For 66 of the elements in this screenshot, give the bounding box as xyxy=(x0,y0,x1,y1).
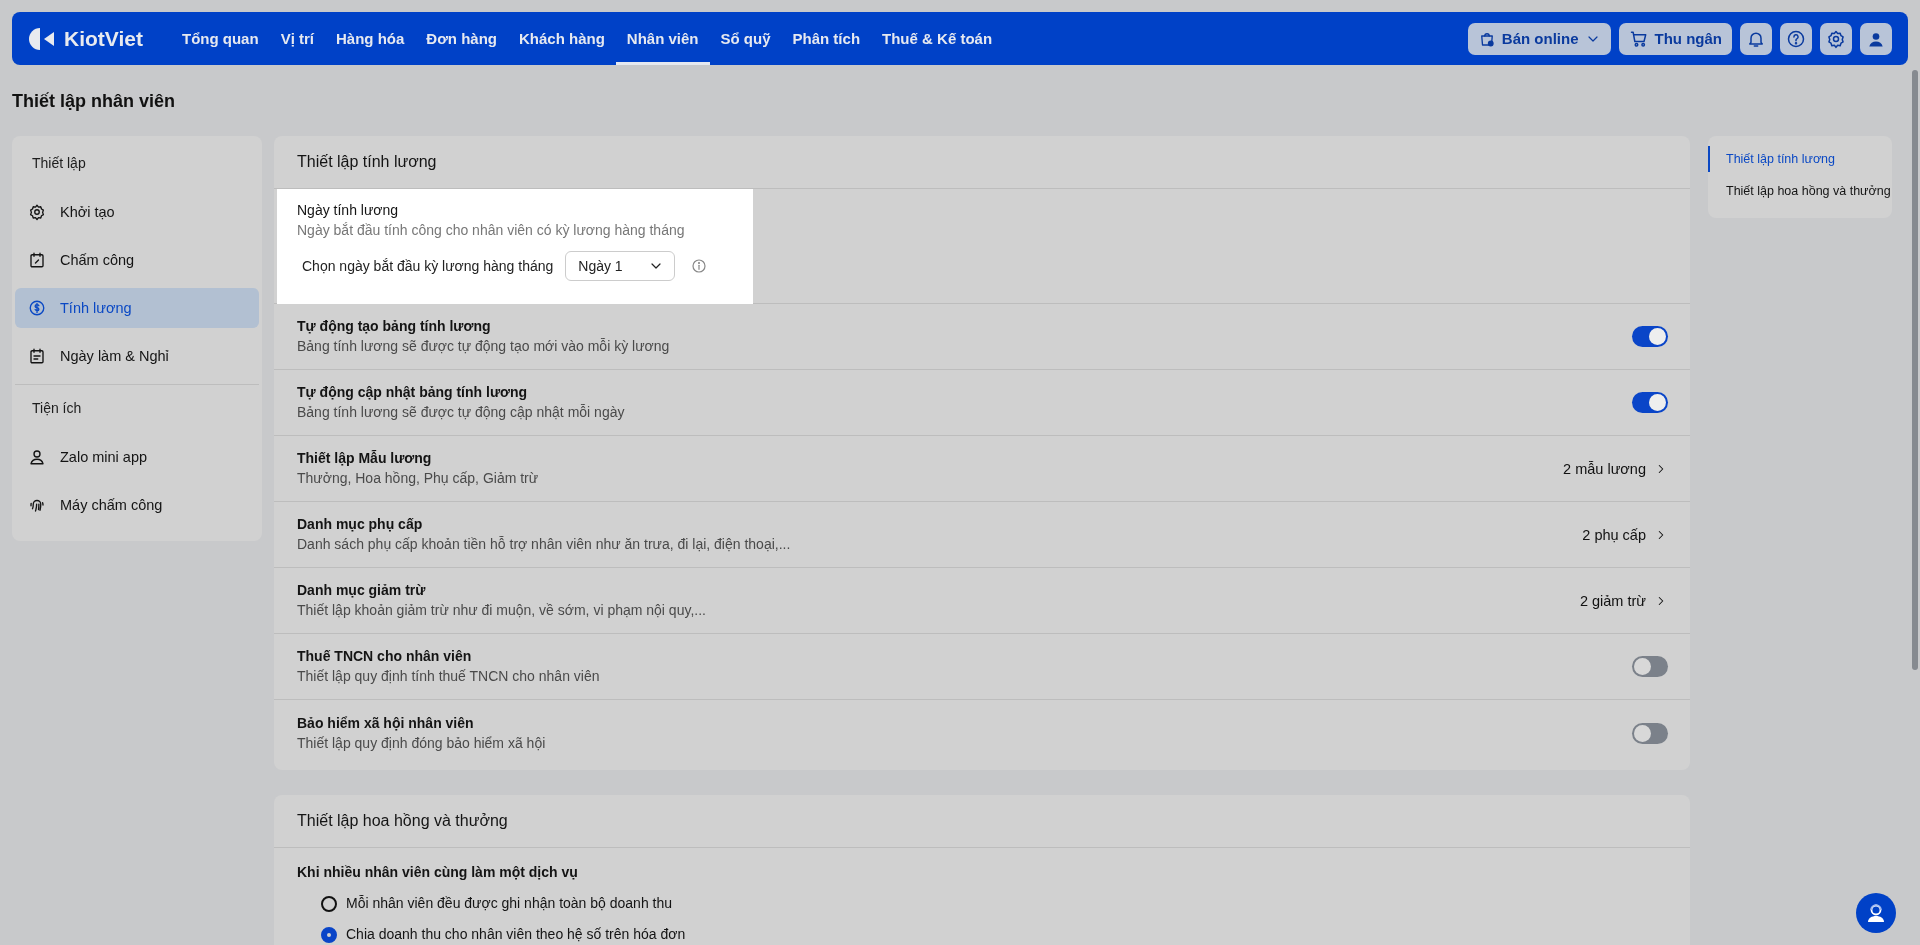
setting-title: Bảo hiểm xã hội nhân viên xyxy=(297,713,475,733)
account-button[interactable] xyxy=(1860,22,1892,55)
setting-title: Tự động cập nhật bảng tính lương xyxy=(297,383,529,402)
notification-button[interactable] xyxy=(1740,22,1772,55)
setting-title: Danh mục phụ cấp xyxy=(297,515,424,534)
nav-tab[interactable]: Thuế & Kế toán xyxy=(871,12,1004,65)
nav-tab[interactable]: Nhân viên xyxy=(615,12,710,65)
sidebar-item[interactable]: Ngày làm & Nghỉ xyxy=(15,336,259,376)
cashier-button[interactable]: Thu ngân xyxy=(1618,22,1732,55)
sidebar-item[interactable]: Zalo mini app xyxy=(15,437,259,477)
settings-icon xyxy=(1826,28,1846,49)
field-label: Chọn ngày bắt đầu kỳ lương hàng tháng xyxy=(302,258,554,274)
sales-channel-dropdown[interactable]: Bán online xyxy=(1467,22,1611,55)
info-icon xyxy=(691,258,708,274)
support-button[interactable] xyxy=(1856,893,1896,933)
count-link[interactable]: 2 phụ cấp xyxy=(1582,526,1668,543)
gear-icon xyxy=(28,203,46,221)
dollar-circle-icon xyxy=(28,299,46,317)
setting-description: Bảng tính lương sẽ được tự động cập nhật mỗi ngày xyxy=(297,403,626,422)
setting-title: Thuế TNCN cho nhân viên xyxy=(297,647,473,666)
help-icon xyxy=(1786,28,1806,49)
toggle-switch[interactable] xyxy=(1632,656,1668,677)
nav-tab[interactable]: Hàng hóa xyxy=(324,12,416,65)
setting-title: Danh mục giảm trừ xyxy=(297,581,427,600)
sidebar-heading: Thiết lập xyxy=(31,154,87,173)
setting-title: Tự động tạo bảng tính lương xyxy=(297,317,492,336)
setting-title: Thiết lập Mẫu lương xyxy=(297,449,433,468)
sidebar-heading: Tiện ích xyxy=(31,399,83,418)
nav-tab[interactable]: Vị trí xyxy=(269,12,325,65)
setting-description: Thưởng, Hoa hồng, Phụ cấp, Giảm trừ xyxy=(297,469,540,488)
person-icon xyxy=(28,448,46,466)
nav-tab[interactable]: Tổng quan xyxy=(170,12,270,65)
settings-button[interactable] xyxy=(1820,22,1852,55)
help-button[interactable] xyxy=(1780,22,1812,55)
toggle-switch[interactable] xyxy=(1632,392,1668,413)
count-link[interactable]: 2 mẫu lương xyxy=(1563,460,1668,477)
calendar-icon xyxy=(28,347,46,365)
sidebar-item[interactable]: Tính lương xyxy=(15,288,259,328)
radio-option[interactable]: Mỗi nhân viên đều được ghi nhận toàn bộ doanh thu xyxy=(321,894,1668,913)
setting-title: Ngày tính lương xyxy=(297,201,400,220)
setting-description: Thiết lập quy định tính thuế TNCN cho nhân viên xyxy=(297,667,601,686)
nav-tab[interactable]: Phân tích xyxy=(781,12,872,65)
sidebar-item[interactable]: Khởi tạo xyxy=(15,192,259,232)
section-title: Thiết lập hoa hồng và thưởng xyxy=(274,795,1690,848)
toggle-switch[interactable] xyxy=(1632,722,1668,744)
nav-tab[interactable]: Sổ quỹ xyxy=(709,12,782,65)
setting-description: Thiết lập khoản giảm trừ như đi muộn, về sớm, vi phạm nội quy,... xyxy=(297,601,707,620)
setting-description: Thiết lập quy định đóng bảo hiểm xã hội xyxy=(297,733,547,753)
day-select[interactable]: Ngày 1 xyxy=(565,251,676,281)
scrollbar-thumb[interactable] xyxy=(1912,70,1918,670)
count-link[interactable]: 2 giảm trừ xyxy=(1579,592,1668,609)
sidebar-item[interactable]: Chấm công xyxy=(15,240,259,280)
setting-description: Bảng tính lương sẽ được tự động tạo mới vào mỗi kỳ lương xyxy=(297,337,671,356)
logo-text: KiotViet xyxy=(64,26,143,51)
radio-option[interactable]: Chia doanh thu cho nhân viên theo hệ số trên hóa đơn xyxy=(321,925,1668,944)
setting-title: Khi nhiều nhân viên cùng làm một dịch vụ xyxy=(297,863,579,882)
setting-description: Danh sách phụ cấp khoản tiền hỗ trợ nhân viên như ăn trưa, đi lại, điện thoại,... xyxy=(297,535,792,554)
nav-tab[interactable]: Khách hàng xyxy=(508,12,616,65)
calendar-edit-icon xyxy=(28,251,46,269)
nav-tab[interactable]: Đơn hàng xyxy=(415,12,508,65)
sidebar-item[interactable]: Máy chấm công xyxy=(15,485,259,525)
section-link[interactable]: Thiết lập tính lương xyxy=(1708,146,1892,172)
page-title: Thiết lập nhân viên xyxy=(12,91,177,112)
section-link[interactable]: Thiết lập hoa hồng và thưởng xyxy=(1708,178,1892,204)
setting-description: Ngày bắt đầu tính công cho nhân viên có kỳ lương hàng tháng xyxy=(297,221,686,240)
toggle-switch[interactable] xyxy=(1632,326,1668,347)
